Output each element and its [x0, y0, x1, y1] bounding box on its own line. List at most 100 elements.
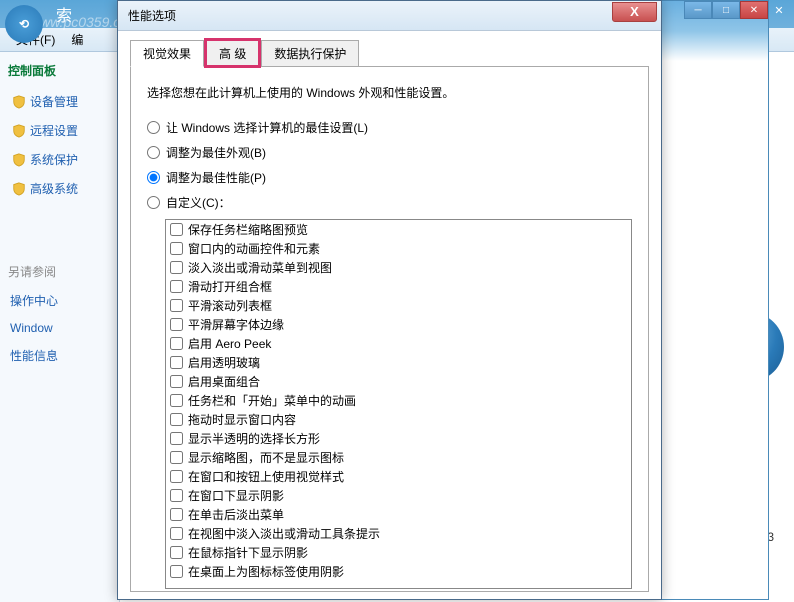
radio-custom[interactable]: 自定义(C)：: [147, 194, 632, 211]
see-also-header: 另请参阅: [8, 263, 111, 280]
check-item-checkbox[interactable]: [170, 223, 183, 236]
check-item-checkbox[interactable]: [170, 242, 183, 255]
check-item[interactable]: 在窗口下显示阴影: [166, 486, 631, 505]
check-item-label: 平滑滚动列表框: [188, 297, 272, 314]
check-item[interactable]: 在视图中淡入淡出或滑动工具条提示: [166, 524, 631, 543]
tab-content: 选择您想在此计算机上使用的 Windows 外观和性能设置。 让 Windows…: [130, 66, 649, 592]
shield-icon: [12, 124, 26, 138]
radio-appearance-input[interactable]: [147, 146, 160, 159]
radio-best-appearance[interactable]: 调整为最佳外观(B): [147, 144, 632, 161]
check-item[interactable]: 窗口内的动画控件和元素: [166, 239, 631, 258]
check-item-checkbox[interactable]: [170, 432, 183, 445]
check-item[interactable]: 在桌面上为图标标签使用阴影: [166, 562, 631, 581]
check-item[interactable]: 在鼠标指针下显示阴影: [166, 543, 631, 562]
radio-auto[interactable]: 让 Windows 选择计算机的最佳设置(L): [147, 119, 632, 136]
shield-icon: [12, 95, 26, 109]
check-item-checkbox[interactable]: [170, 280, 183, 293]
check-item[interactable]: 拖动时显示窗口内容: [166, 410, 631, 429]
radio-custom-input[interactable]: [147, 196, 160, 209]
check-item[interactable]: 启用桌面组合: [166, 372, 631, 391]
mid-maximize-button[interactable]: □: [712, 1, 740, 19]
check-item[interactable]: 保存任务栏缩略图预览: [166, 220, 631, 239]
radio-appearance-label: 调整为最佳外观(B): [166, 144, 266, 161]
check-item-checkbox[interactable]: [170, 489, 183, 502]
check-item-checkbox[interactable]: [170, 356, 183, 369]
radio-auto-label: 让 Windows 选择计算机的最佳设置(L): [166, 119, 368, 136]
check-item-checkbox[interactable]: [170, 451, 183, 464]
check-item-label: 平滑屏幕字体边缘: [188, 316, 284, 333]
check-item[interactable]: 平滑滚动列表框: [166, 296, 631, 315]
check-item-label: 启用 Aero Peek: [188, 335, 271, 352]
check-item-checkbox[interactable]: [170, 527, 183, 540]
link-windows-update[interactable]: Window: [8, 315, 111, 341]
sidebar-item-remote[interactable]: 远程设置: [8, 116, 111, 145]
mid-close-button[interactable]: ✕: [740, 1, 768, 19]
mid-minimize-button[interactable]: ─: [684, 1, 712, 19]
check-item-label: 保存任务栏缩略图预览: [188, 221, 308, 238]
shield-icon: [12, 182, 26, 196]
check-item[interactable]: 任务栏和「开始」菜单中的动画: [166, 391, 631, 410]
menu-edit[interactable]: 编: [63, 31, 91, 48]
sidebar-label: 设备管理: [30, 93, 78, 110]
check-item-label: 任务栏和「开始」菜单中的动画: [188, 392, 356, 409]
check-item[interactable]: 在窗口和按钮上使用视觉样式: [166, 467, 631, 486]
check-item-checkbox[interactable]: [170, 508, 183, 521]
radio-performance-input[interactable]: [147, 171, 160, 184]
app-logo: ⟲: [5, 5, 43, 43]
check-item-label: 在窗口和按钮上使用视觉样式: [188, 468, 344, 485]
check-item[interactable]: 启用 Aero Peek: [166, 334, 631, 353]
radio-performance-label: 调整为最佳性能(P): [166, 169, 266, 186]
check-item-label: 在鼠标指针下显示阴影: [188, 544, 308, 561]
middle-window: ─ □ ✕: [659, 0, 769, 600]
sidebar-label: 远程设置: [30, 122, 78, 139]
check-item-checkbox[interactable]: [170, 394, 183, 407]
check-item-checkbox[interactable]: [170, 565, 183, 578]
radio-best-performance[interactable]: 调整为最佳性能(P): [147, 169, 632, 186]
check-item-label: 显示缩略图，而不是显示图标: [188, 449, 344, 466]
performance-options-dialog: 性能选项 X 视觉效果 高 级 数据执行保护 选择您想在此计算机上使用的 Win…: [117, 0, 662, 600]
dialog-title: 性能选项: [128, 7, 176, 24]
sidebar-item-advanced[interactable]: 高级系统: [8, 174, 111, 203]
check-item-label: 在视图中淡入淡出或滑动工具条提示: [188, 525, 380, 542]
link-action-center[interactable]: 操作中心: [8, 286, 111, 315]
check-item-label: 在单击后淡出菜单: [188, 506, 284, 523]
sidebar-item-device[interactable]: 设备管理: [8, 87, 111, 116]
check-item-checkbox[interactable]: [170, 413, 183, 426]
bg-sidebar: 控制面板 设备管理 远程设置 系统保护 高级系统: [0, 52, 120, 602]
dialog-close-button[interactable]: X: [612, 2, 657, 22]
check-item-checkbox[interactable]: [170, 261, 183, 274]
check-item[interactable]: 在单击后淡出菜单: [166, 505, 631, 524]
mid-window-controls: ─ □ ✕: [660, 1, 768, 19]
check-item-label: 淡入淡出或滑动菜单到视图: [188, 259, 332, 276]
sidebar-label: 高级系统: [30, 180, 78, 197]
check-item-checkbox[interactable]: [170, 318, 183, 331]
check-item[interactable]: 启用透明玻璃: [166, 353, 631, 372]
check-item[interactable]: 显示半透明的选择长方形: [166, 429, 631, 448]
tab-advanced[interactable]: 高 级: [206, 40, 259, 66]
instruction-text: 选择您想在此计算机上使用的 Windows 外观和性能设置。: [147, 84, 632, 101]
dialog-titlebar[interactable]: 性能选项 X: [118, 1, 661, 31]
radio-custom-label: 自定义(C)：: [166, 194, 231, 211]
check-item[interactable]: 淡入淡出或滑动菜单到视图: [166, 258, 631, 277]
check-item-checkbox[interactable]: [170, 375, 183, 388]
sidebar-header[interactable]: 控制面板: [8, 62, 111, 79]
tab-visual-effects[interactable]: 视觉效果: [130, 40, 204, 67]
check-item-checkbox[interactable]: [170, 299, 183, 312]
check-item[interactable]: 滑动打开组合框: [166, 277, 631, 296]
sidebar-label: 系统保护: [30, 151, 78, 168]
sidebar-item-protection[interactable]: 系统保护: [8, 145, 111, 174]
effects-checklist[interactable]: 保存任务栏缩略图预览窗口内的动画控件和元素淡入淡出或滑动菜单到视图滑动打开组合框…: [165, 219, 632, 589]
check-item-label: 启用透明玻璃: [188, 354, 260, 371]
check-item-label: 拖动时显示窗口内容: [188, 411, 296, 428]
check-item-checkbox[interactable]: [170, 337, 183, 350]
tab-dep[interactable]: 数据执行保护: [261, 40, 359, 66]
check-item-checkbox[interactable]: [170, 470, 183, 483]
check-item[interactable]: 显示缩略图，而不是显示图标: [166, 448, 631, 467]
check-item[interactable]: 平滑屏幕字体边缘: [166, 315, 631, 334]
check-item-label: 滑动打开组合框: [188, 278, 272, 295]
radio-auto-input[interactable]: [147, 121, 160, 134]
link-performance[interactable]: 性能信息: [8, 341, 111, 370]
check-item-label: 启用桌面组合: [188, 373, 260, 390]
check-item-checkbox[interactable]: [170, 546, 183, 559]
check-item-label: 在桌面上为图标标签使用阴影: [188, 563, 344, 580]
